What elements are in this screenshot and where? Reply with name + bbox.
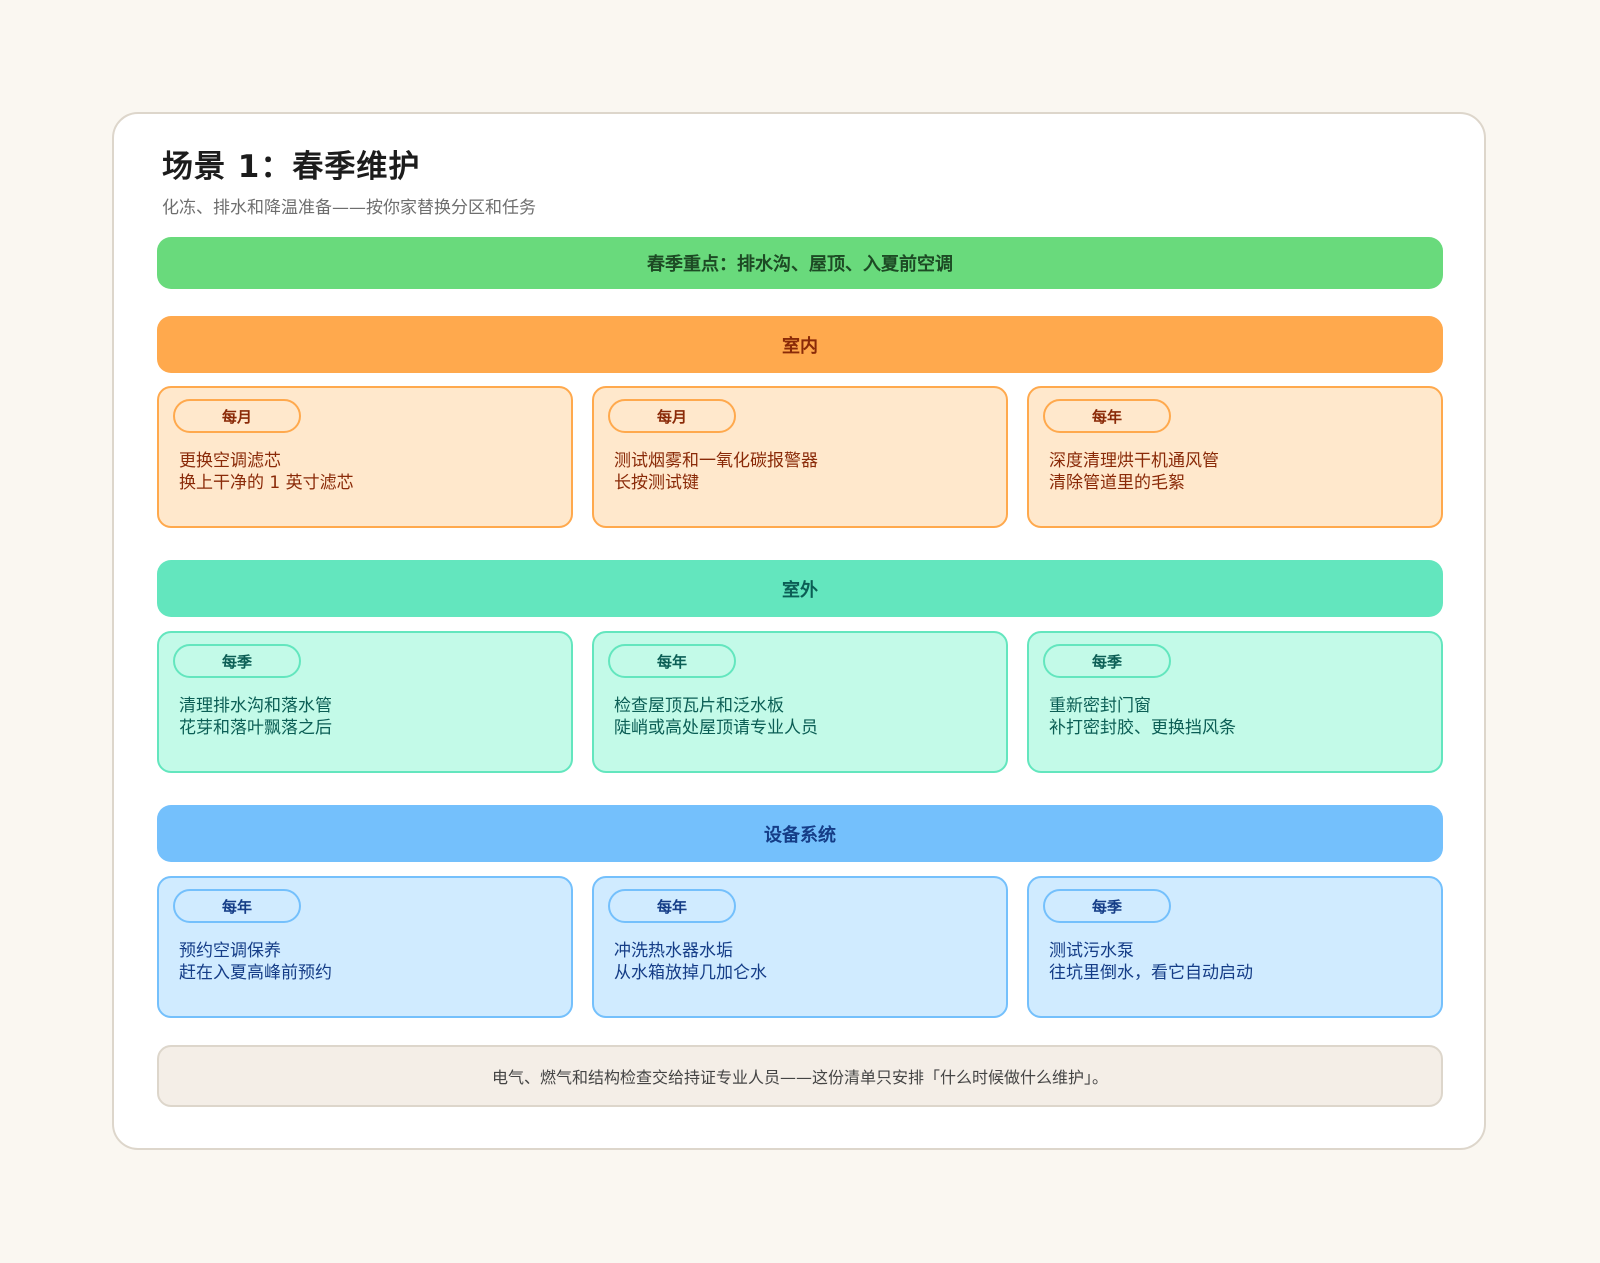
task-detail: 从水箱放掉几加仑水 — [614, 963, 767, 983]
task-card: 每月 更换空调滤芯 换上干净的 1 英寸滤芯 — [157, 386, 573, 528]
task-card: 每季 测试污水泵 往坑里倒水，看它自动启动 — [1027, 876, 1443, 1018]
task-detail: 补打密封胶、更换挡风条 — [1049, 718, 1236, 738]
task-detail: 赶在入夏高峰前预约 — [179, 963, 332, 983]
task-card: 每年 冲洗热水器水垢 从水箱放掉几加仑水 — [592, 876, 1008, 1018]
frequency-badge: 每年 — [173, 889, 301, 923]
task-detail: 换上干净的 1 英寸滤芯 — [179, 473, 354, 493]
task-card: 每月 测试烟雾和一氧化碳报警器 长按测试键 — [592, 386, 1008, 528]
page-title: 场景 1：春季维护 — [162, 149, 421, 185]
task-detail: 长按测试键 — [614, 473, 699, 493]
section-header-indoor: 室内 — [157, 316, 1443, 373]
task-card: 每年 检查屋顶瓦片和泛水板 陡峭或高处屋顶请专业人员 — [592, 631, 1008, 773]
footer-note: 电气、燃气和结构检查交给持证专业人员——这份清单只安排「什么时候做什么维护」。 — [157, 1045, 1443, 1107]
focus-banner: 春季重点：排水沟、屋顶、入夏前空调 — [157, 237, 1443, 289]
frequency-badge: 每季 — [1043, 889, 1171, 923]
frequency-badge: 每季 — [173, 644, 301, 678]
task-card: 每季 清理排水沟和落水管 花芽和落叶飘落之后 — [157, 631, 573, 773]
task-detail: 清除管道里的毛絮 — [1049, 473, 1185, 493]
task-card: 每季 重新密封门窗 补打密封胶、更换挡风条 — [1027, 631, 1443, 773]
frequency-badge: 每月 — [608, 399, 736, 433]
task-detail: 花芽和落叶飘落之后 — [179, 718, 332, 738]
task-card: 每年 预约空调保养 赶在入夏高峰前预约 — [157, 876, 573, 1018]
task-detail: 往坑里倒水，看它自动启动 — [1049, 963, 1253, 983]
frequency-badge: 每月 — [173, 399, 301, 433]
frequency-badge: 每年 — [608, 889, 736, 923]
frequency-badge: 每年 — [608, 644, 736, 678]
frequency-badge: 每年 — [1043, 399, 1171, 433]
task-card: 每年 深度清理烘干机通风管 清除管道里的毛絮 — [1027, 386, 1443, 528]
page-subtitle: 化冻、排水和降温准备——按你家替换分区和任务 — [162, 198, 536, 218]
frequency-badge: 每季 — [1043, 644, 1171, 678]
section-header-systems: 设备系统 — [157, 805, 1443, 862]
section-header-outdoor: 室外 — [157, 560, 1443, 617]
task-detail: 陡峭或高处屋顶请专业人员 — [614, 718, 818, 738]
